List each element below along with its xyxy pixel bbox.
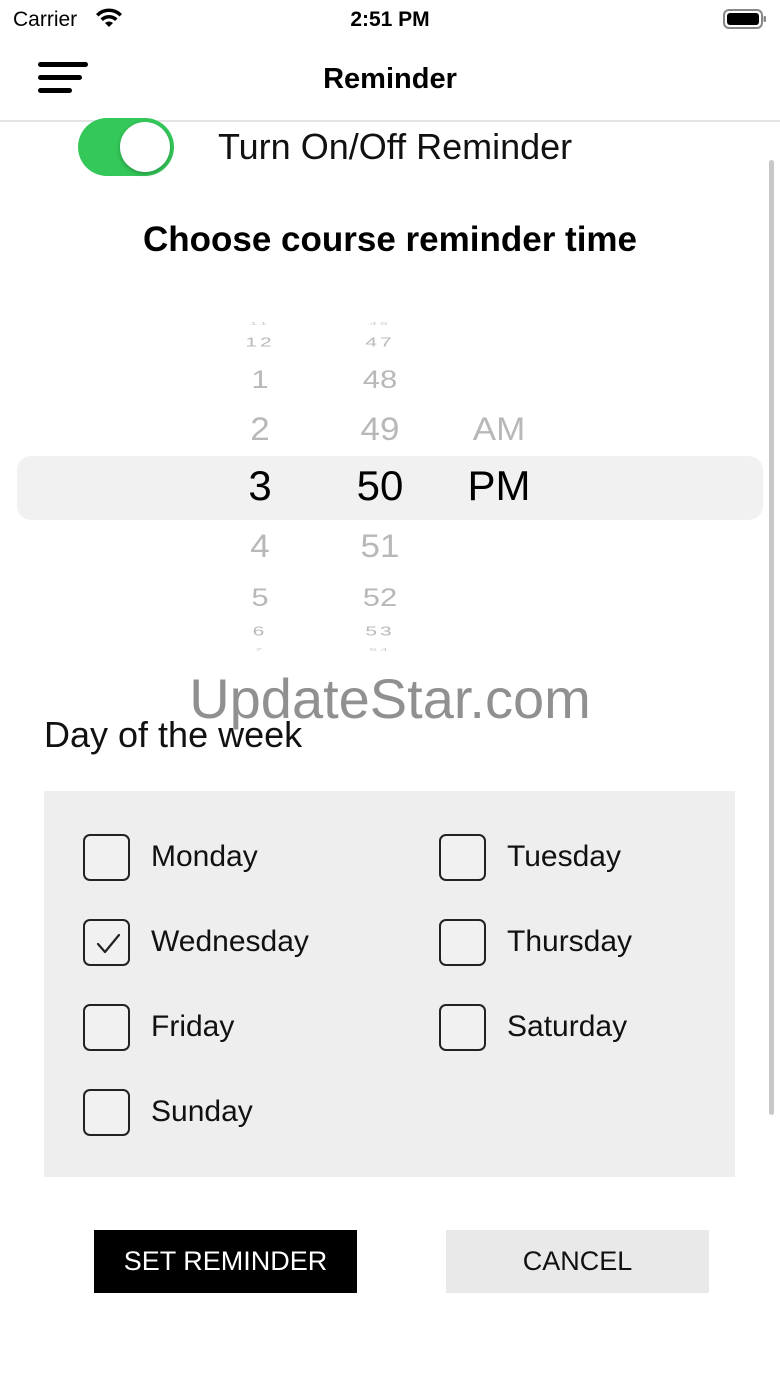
- period-option[interactable]: AM: [444, 411, 554, 448]
- period-selected[interactable]: PM: [444, 462, 554, 510]
- day-of-week-label: Day of the week: [44, 714, 303, 755]
- day-option-friday[interactable]: Friday: [83, 1002, 234, 1052]
- hour-option[interactable]: 6: [210, 625, 310, 639]
- day-label: Sunday: [151, 1095, 253, 1128]
- minute-option[interactable]: 47: [330, 336, 430, 350]
- hour-option[interactable]: 2: [210, 411, 310, 448]
- hour-wheel[interactable]: 11 12 1 2 3 4 5 6 7: [210, 318, 310, 658]
- battery-icon: [723, 9, 766, 29]
- minute-option[interactable]: 46: [330, 320, 430, 326]
- minute-wheel[interactable]: 46 47 48 49 50 51 52 53 54: [330, 318, 430, 658]
- day-checkbox[interactable]: [83, 1088, 130, 1136]
- hour-option[interactable]: 11: [210, 320, 310, 326]
- day-option-wednesday[interactable]: Wednesday: [83, 917, 309, 967]
- day-option-saturday[interactable]: Saturday: [439, 1002, 627, 1052]
- day-option-monday[interactable]: Monday: [83, 832, 258, 882]
- day-option-thursday[interactable]: Thursday: [439, 917, 632, 967]
- day-label: Thursday: [507, 925, 633, 958]
- day-option-tuesday[interactable]: Tuesday: [439, 832, 621, 882]
- minute-option[interactable]: 54: [330, 646, 430, 652]
- day-checkbox[interactable]: [439, 1003, 486, 1051]
- minute-selected[interactable]: 50: [330, 462, 430, 510]
- time-picker[interactable]: 11 12 1 2 3 4 5 6 7 46 47 48 49 50 51 52…: [0, 318, 780, 658]
- day-label: Monday: [151, 840, 258, 873]
- day-checkbox[interactable]: [83, 833, 130, 881]
- page-title: Reminder: [323, 63, 457, 95]
- hour-option[interactable]: 7: [210, 646, 310, 652]
- day-option-sunday[interactable]: Sunday: [83, 1087, 253, 1137]
- time-section-heading: Choose course reminder time: [142, 220, 638, 259]
- toggle-knob: [120, 122, 170, 172]
- navigation-bar: Reminder: [0, 40, 780, 122]
- day-label: Friday: [151, 1010, 235, 1043]
- day-label: Tuesday: [507, 840, 621, 873]
- day-checkbox[interactable]: [83, 918, 130, 966]
- set-reminder-button[interactable]: SET REMINDER: [94, 1230, 357, 1293]
- days-panel: Monday Tuesday Wednesday Thursday Friday…: [44, 791, 735, 1177]
- day-label: Saturday: [507, 1010, 628, 1043]
- hour-selected[interactable]: 3: [210, 462, 310, 510]
- day-checkbox[interactable]: [83, 1003, 130, 1051]
- day-checkbox[interactable]: [439, 918, 486, 966]
- minute-option[interactable]: 51: [330, 528, 430, 565]
- day-checkbox[interactable]: [439, 833, 486, 881]
- minute-option[interactable]: 53: [330, 625, 430, 639]
- cancel-button[interactable]: CANCEL: [446, 1230, 709, 1293]
- status-bar: Carrier 2:51 PM: [0, 0, 780, 40]
- day-label: Wednesday: [151, 925, 309, 958]
- period-wheel[interactable]: AM PM: [444, 318, 554, 658]
- reminder-toggle-label: Turn On/Off Reminder: [218, 126, 573, 167]
- hour-option[interactable]: 4: [210, 528, 310, 565]
- checkmark-icon: [96, 933, 121, 953]
- hour-option[interactable]: 1: [210, 366, 310, 395]
- minute-option[interactable]: 48: [330, 366, 430, 395]
- minute-option[interactable]: 52: [330, 584, 430, 613]
- status-time: 2:51 PM: [350, 8, 430, 31]
- reminder-toggle[interactable]: [78, 118, 174, 176]
- hour-option[interactable]: 12: [210, 336, 310, 350]
- minute-option[interactable]: 49: [330, 411, 430, 448]
- hour-option[interactable]: 5: [210, 584, 310, 613]
